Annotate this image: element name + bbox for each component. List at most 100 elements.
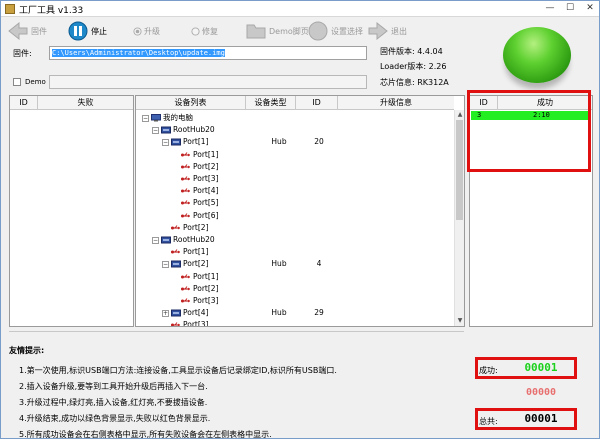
upgrade-radio-label: 升级 <box>144 26 160 36</box>
upgrade-radio[interactable]: 升级 <box>133 20 160 42</box>
status-light[interactable] <box>503 27 571 83</box>
scroll-up-icon[interactable]: ▲ <box>455 110 464 120</box>
scroll-thumb[interactable] <box>456 120 463 220</box>
firmware-button-label: 固件 <box>31 26 47 36</box>
loader-version: Loader版本: 2.26 <box>380 62 447 71</box>
exit-button[interactable]: 退出 <box>367 20 407 42</box>
minimize-button[interactable]: — <box>541 2 559 15</box>
collapse-icon[interactable]: − <box>162 261 169 269</box>
repair-radio-label: 修复 <box>202 26 218 36</box>
stop-button[interactable]: 停止 <box>67 20 107 42</box>
app-window: 工厂工具 v1.33 — ☐ ✕ 固件 停止 升级 修复 Demo脚页 设置选择 <box>0 0 600 439</box>
tree-row[interactable]: Port[2] <box>136 222 452 234</box>
tree-col-devices: 设备列表 <box>136 96 246 110</box>
tree-row[interactable]: Port[2] <box>136 161 452 173</box>
hub-icon <box>171 138 181 146</box>
tree-row-type: Hub <box>271 259 287 269</box>
tree-row[interactable]: Port[1] <box>136 246 452 258</box>
tree-row[interactable]: Port[1] <box>136 271 452 283</box>
tree-row[interactable]: Port[4] <box>136 185 452 197</box>
tree-row-label: Port[3] <box>183 320 209 327</box>
computer-icon <box>151 114 161 122</box>
window-title: 工厂工具 v1.33 <box>19 6 84 16</box>
tree-row-label: Port[1] <box>193 271 219 281</box>
tree-row-id: 29 <box>314 308 324 318</box>
tree-row-label: Port[5] <box>193 198 219 208</box>
tree-row[interactable]: − RootHub20 <box>136 124 452 136</box>
circle-icon <box>308 21 328 41</box>
collapse-icon[interactable]: − <box>152 237 159 244</box>
firmware-label: 固件: <box>13 49 32 58</box>
tree-row-label: Port[6] <box>193 210 219 220</box>
tree-row[interactable]: − RootHub20 <box>136 234 452 246</box>
tree-row-label: Port[4] <box>193 186 219 196</box>
demo-path-input[interactable] <box>49 75 367 89</box>
title-bar: 工厂工具 v1.33 — ☐ ✕ <box>1 1 599 17</box>
tree-row[interactable]: Port[3] <box>136 173 452 185</box>
hub-icon <box>171 309 181 317</box>
usb-icon <box>181 163 190 169</box>
firmware-button[interactable]: 固件 <box>7 20 47 42</box>
toolbar: 固件 停止 升级 修复 Demo脚页 设置选择 退出 <box>1 18 421 44</box>
collapse-icon[interactable]: − <box>162 139 169 147</box>
demo-button[interactable]: Demo脚页 <box>245 20 309 42</box>
scroll-down-icon[interactable]: ▼ <box>455 316 464 326</box>
firmware-path-input[interactable]: C:\Users\Administrator\Desktop\update.im… <box>49 46 367 60</box>
fail-count-value: 00000 <box>525 387 557 398</box>
highlight-box-success-count <box>475 357 577 379</box>
tree-row-label: RootHub20 <box>173 125 215 135</box>
close-button[interactable]: ✕ <box>581 2 599 15</box>
tree-row[interactable]: Port[2] <box>136 283 452 295</box>
tree-row[interactable]: − Port[1] Hub 20 <box>136 136 452 148</box>
tree-row-label: Port[1] <box>183 137 209 147</box>
exit-button-label: 退出 <box>391 26 407 36</box>
tree-row[interactable]: Port[3] <box>136 295 452 307</box>
collapse-icon[interactable]: − <box>152 127 159 135</box>
highlight-box-success-table <box>467 90 591 172</box>
fail-col-fail: 失败 <box>38 96 133 110</box>
tree-row-label: 我的电脑 <box>163 113 193 122</box>
tree-scrollbar[interactable]: ▲ ▼ <box>454 110 464 326</box>
radio-icon <box>133 26 142 36</box>
maximize-button[interactable]: ☐ <box>561 2 579 15</box>
collapse-icon[interactable]: − <box>142 115 149 122</box>
chip-info: 芯片信息: RK312A <box>380 78 449 87</box>
tree-row-label: Port[1] <box>183 247 209 257</box>
folder-icon <box>246 24 266 39</box>
usb-icon <box>171 224 180 230</box>
tree-row[interactable]: + Port[4] Hub 29 <box>136 307 452 319</box>
fail-col-id: ID <box>10 96 38 110</box>
repair-radio[interactable]: 修复 <box>191 20 218 42</box>
tree-row[interactable]: Port[6] <box>136 210 452 222</box>
tree-row-type: Hub <box>271 137 287 147</box>
tree-col-type: 设备类型 <box>246 96 296 110</box>
firmware-path-text: C:\Users\Administrator\Desktop\update.im… <box>52 49 225 57</box>
usb-icon <box>181 273 190 279</box>
hub-icon <box>161 236 171 244</box>
pause-icon <box>68 21 88 41</box>
tree-row[interactable]: Port[3] <box>136 319 452 327</box>
demo-checkbox[interactable] <box>13 78 21 86</box>
firmware-version: 固件版本: 4.4.04 <box>380 47 443 56</box>
tree-row-label: Port[2] <box>193 283 219 293</box>
usb-icon <box>181 151 190 157</box>
settings-button[interactable]: 设置选择 <box>307 20 363 42</box>
tree-row[interactable]: − Port[2] Hub 4 <box>136 258 452 270</box>
tree-col-id: ID <box>296 96 338 110</box>
tree-row-label: Port[3] <box>193 174 219 183</box>
device-tree: 设备列表 设备类型 ID 升级信息 − 我的电脑 − RootHub20− Port[1… <box>135 95 465 327</box>
usb-icon <box>181 212 190 218</box>
hint-item: 3.升级过程中,绿灯亮,插入设备,红灯亮,不要拔插设备. <box>19 398 208 407</box>
app-icon <box>5 4 15 14</box>
usb-icon <box>171 322 180 326</box>
arrow-right-icon <box>368 21 388 41</box>
tree-row[interactable]: − 我的电脑 <box>136 112 452 124</box>
tree-row[interactable]: Port[5] <box>136 197 452 209</box>
stop-button-label: 停止 <box>91 26 107 36</box>
arrow-left-icon <box>8 21 28 41</box>
tree-row-label: Port[2] <box>193 161 219 171</box>
tree-row[interactable]: Port[1] <box>136 149 452 161</box>
highlight-box-total-count <box>475 408 577 430</box>
expand-icon[interactable]: + <box>162 310 169 318</box>
usb-icon <box>181 285 190 291</box>
